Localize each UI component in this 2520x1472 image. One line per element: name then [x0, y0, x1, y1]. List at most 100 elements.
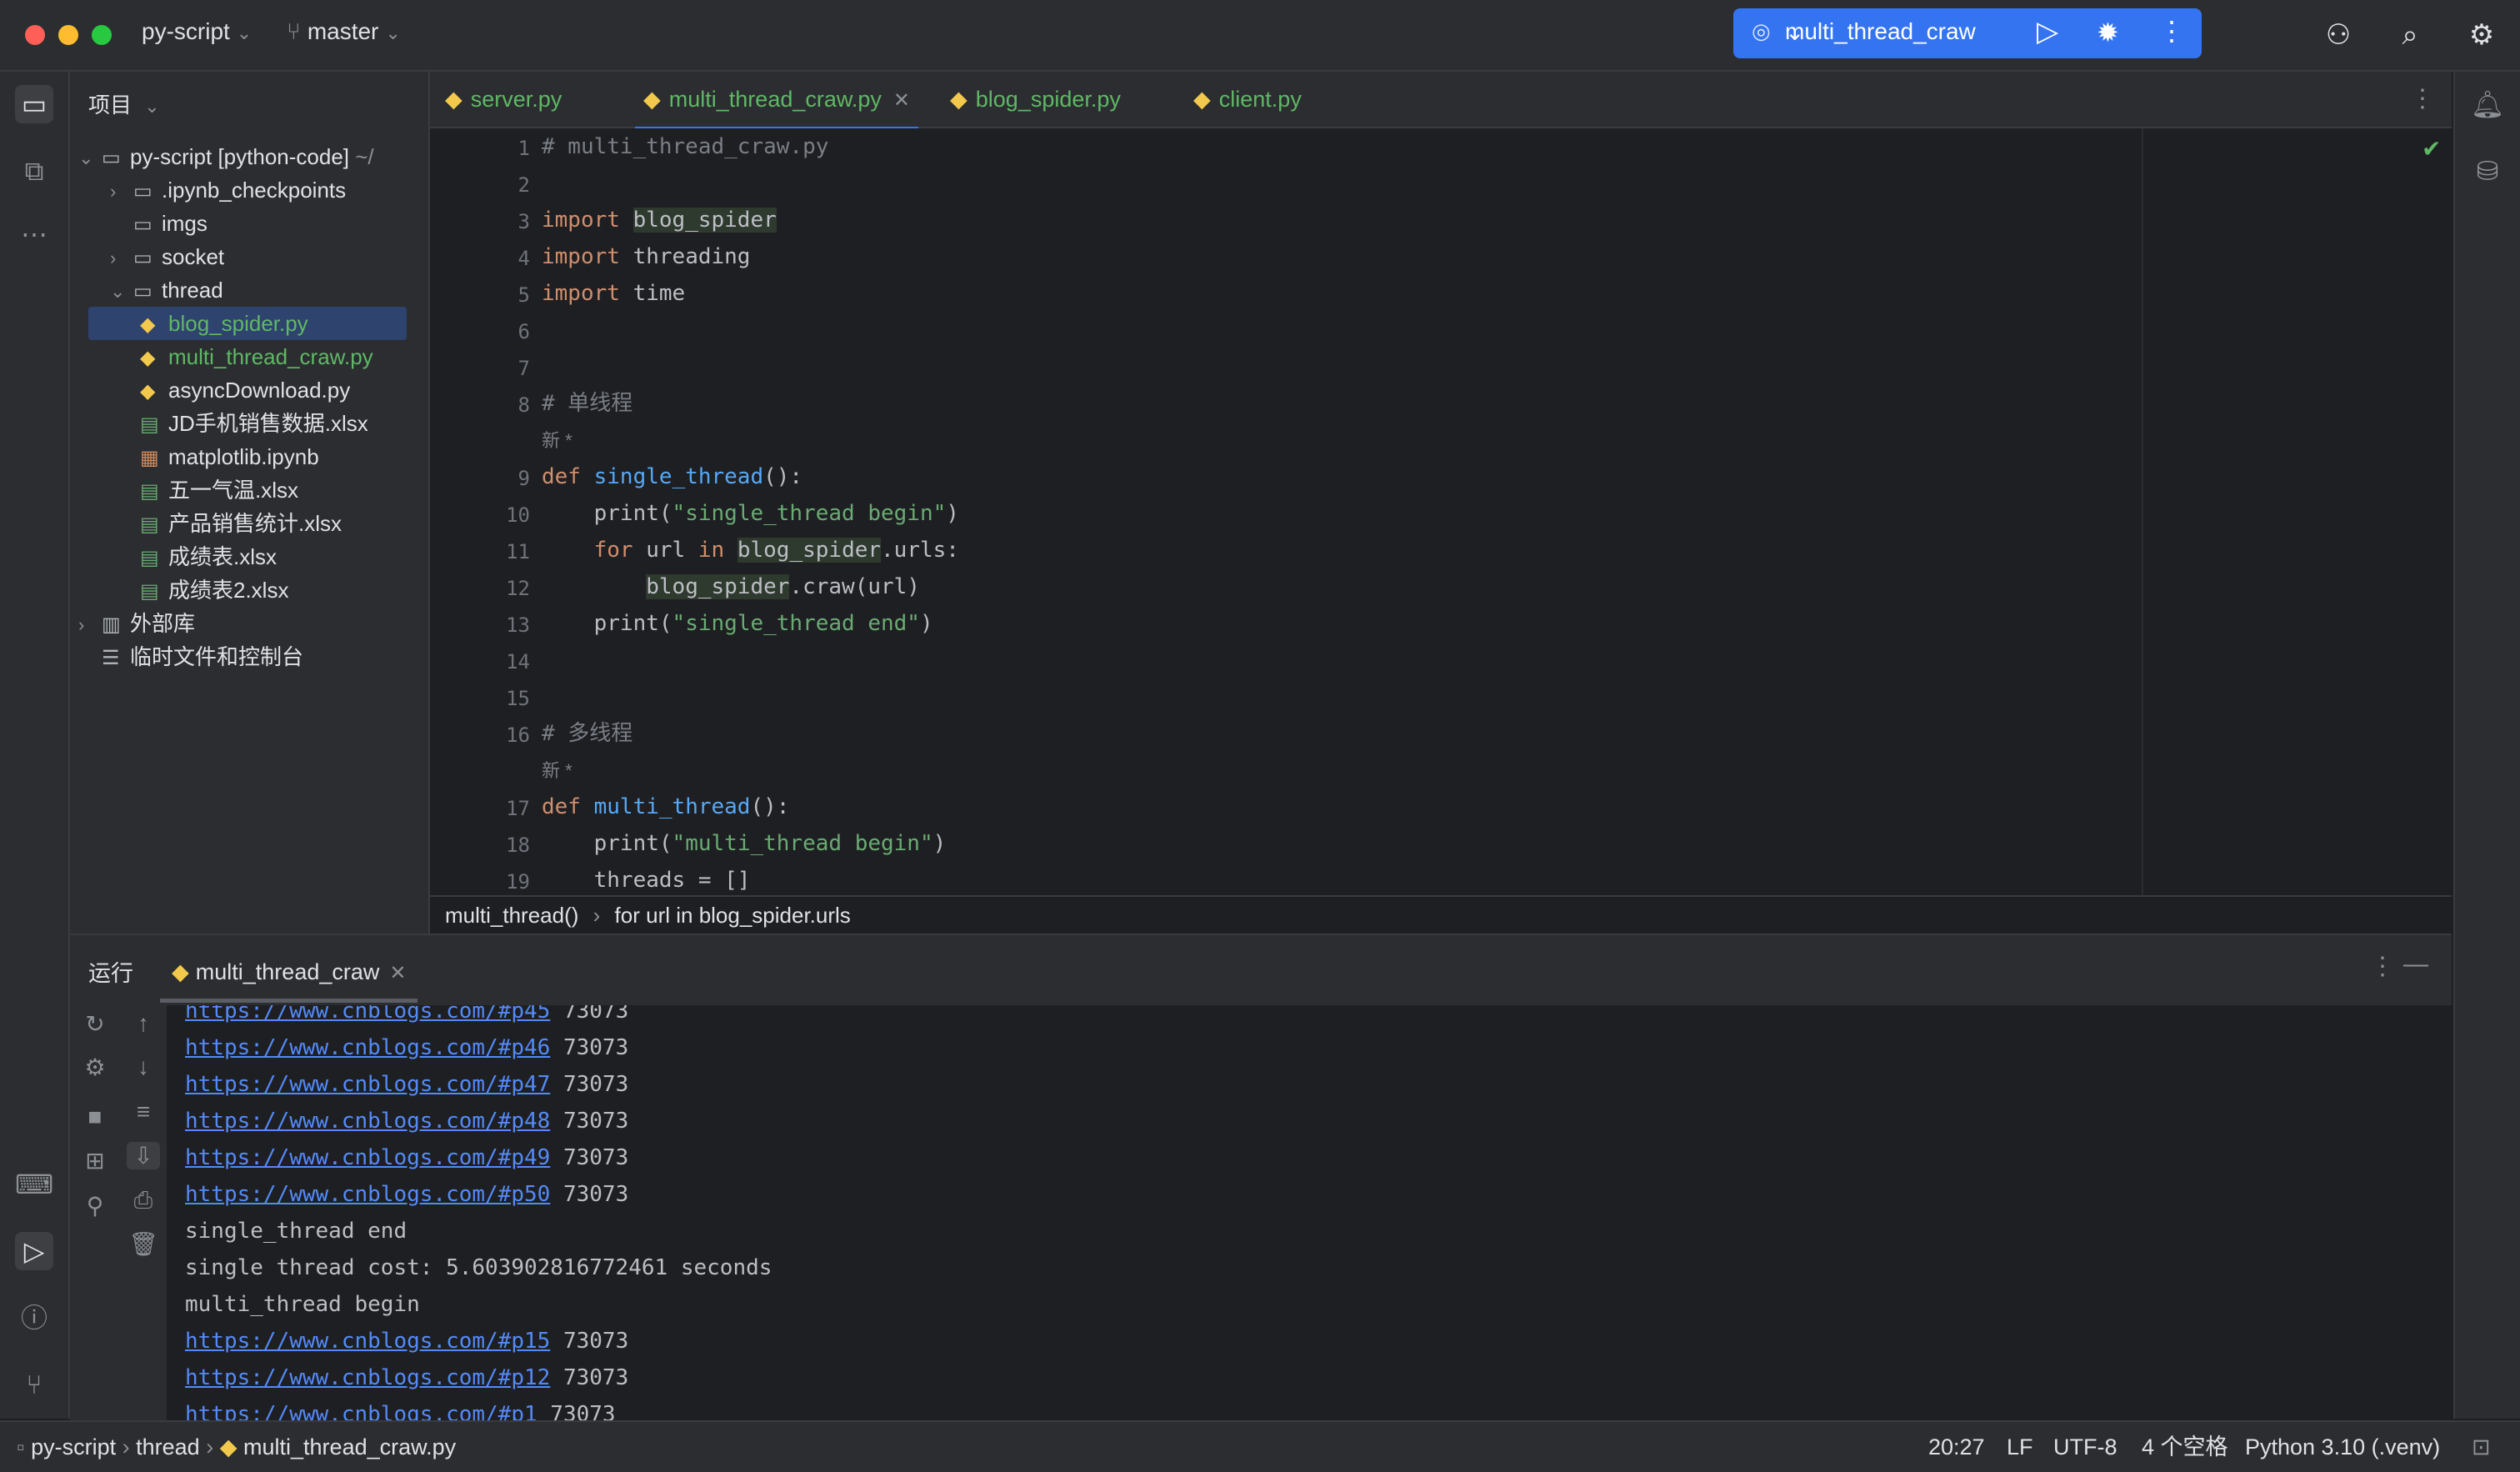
- breadcrumb-function[interactable]: multi_thread(): [445, 903, 578, 928]
- console-link[interactable]: https://www.cnblogs.com/#p45: [185, 1005, 550, 1024]
- scroll-down-icon[interactable]: ↓: [127, 1054, 160, 1080]
- git-icon[interactable]: ⑂: [15, 1365, 53, 1404]
- file-encoding[interactable]: UTF-8: [2053, 1422, 2118, 1472]
- tree-item-external-libs[interactable]: › ▥ 外部库: [78, 607, 195, 640]
- chevron-down-icon: ⌄: [78, 148, 94, 168]
- scroll-up-icon[interactable]: ↑: [127, 1010, 160, 1037]
- code-line: for url in blog_spider.urls:: [593, 538, 959, 563]
- close-tab-icon[interactable]: ✕: [389, 962, 406, 984]
- tree-item-thread[interactable]: ⌄ ▭ thread: [110, 273, 223, 307]
- tree-item-imgs[interactable]: ▭ imgs: [110, 207, 208, 240]
- tree-item-multi-thread-craw[interactable]: ◆ multi_thread_craw.py: [140, 340, 373, 373]
- console-link[interactable]: https://www.cnblogs.com/#p47: [185, 1072, 550, 1097]
- tree-item-blog-spider[interactable]: ◆ blog_spider.py: [88, 307, 407, 340]
- console-link[interactable]: https://www.cnblogs.com/#p48: [185, 1109, 550, 1134]
- python-interpreter[interactable]: Python 3.10 (.venv): [2245, 1422, 2440, 1472]
- scroll-to-end-icon[interactable]: ⇩: [127, 1142, 160, 1169]
- close-window-button[interactable]: [25, 25, 45, 45]
- minimize-panel-icon[interactable]: —: [2403, 950, 2428, 979]
- status-breadcrumb: ▫ py-script › thread › ◆ multi_thread_cr…: [17, 1422, 456, 1472]
- line-number: 18: [506, 834, 530, 857]
- chevron-right-icon: ›: [78, 614, 85, 635]
- lock-icon[interactable]: ⊡: [2472, 1422, 2491, 1472]
- problems-icon[interactable]: ⓘ: [15, 1299, 53, 1337]
- minimize-window-button[interactable]: [58, 25, 78, 45]
- tree-item-wuyi-xlsx[interactable]: ▤ 五一气温.xlsx: [140, 473, 298, 507]
- console-link[interactable]: https://www.cnblogs.com/#p46: [185, 1035, 550, 1060]
- tree-item-label: 产品销售统计.xlsx: [168, 511, 342, 536]
- settings-gear-icon[interactable]: ⚙: [2465, 18, 2498, 52]
- tree-item-asyncdownload[interactable]: ◆ asyncDownload.py: [140, 373, 350, 407]
- tab-options-icon[interactable]: ⋮: [2410, 72, 2435, 127]
- breadcrumb-separator-icon: ›: [592, 903, 601, 928]
- project-folder-icon[interactable]: ▭: [15, 85, 53, 123]
- structure-icon[interactable]: ⧉: [15, 152, 53, 190]
- console-link[interactable]: https://www.cnblogs.com/#p12: [185, 1365, 550, 1390]
- tab-multi-thread-craw-py[interactable]: ◆ multi_thread_craw.py ✕: [635, 72, 919, 131]
- code-line: # 多线程: [542, 721, 633, 746]
- tree-item-jd-xlsx[interactable]: ▤ JD手机销售数据.xlsx: [140, 407, 368, 440]
- more-actions-icon[interactable]: ⋮: [2158, 15, 2185, 47]
- run-settings-icon[interactable]: ⚙: [78, 1054, 112, 1081]
- project-panel-title[interactable]: 项目 ⌄: [88, 88, 160, 119]
- tree-item-scores2-xlsx[interactable]: ▤ 成绩表2.xlsx: [140, 573, 288, 607]
- layout-icon[interactable]: ⊞: [78, 1147, 112, 1174]
- console-link[interactable]: https://www.cnblogs.com/#p15: [185, 1329, 550, 1354]
- tree-item-label: multi_thread_craw.py: [168, 344, 373, 369]
- run-tool-icon[interactable]: ▷: [15, 1232, 53, 1270]
- tree-item-ipynb-checkpoints[interactable]: › ▭ .ipynb_checkpoints: [110, 173, 346, 207]
- console-link[interactable]: https://www.cnblogs.com/#p50: [185, 1182, 550, 1207]
- console-link[interactable]: https://www.cnblogs.com/#p49: [185, 1145, 550, 1170]
- python-file-icon: ◆: [445, 87, 462, 112]
- tree-item-scores-xlsx[interactable]: ▤ 成绩表.xlsx: [140, 540, 277, 573]
- tab-server-py[interactable]: ◆ server.py: [445, 72, 562, 127]
- print-icon[interactable]: ⎙: [127, 1187, 160, 1214]
- code-line: # multi_thread_craw.py: [542, 134, 829, 159]
- line-ending[interactable]: LF: [2007, 1422, 2033, 1472]
- breadcrumb-statement[interactable]: for url in blog_spider.urls: [615, 903, 851, 928]
- tree-item-sales-xlsx[interactable]: ▤ 产品销售统计.xlsx: [140, 507, 342, 540]
- code-line: threads = []: [542, 868, 751, 893]
- add-user-icon[interactable]: ⚇: [2322, 18, 2355, 52]
- pin-icon[interactable]: ⚲: [78, 1192, 112, 1219]
- soft-wrap-icon[interactable]: ≡: [127, 1099, 160, 1125]
- run-icon[interactable]: ▷: [2037, 15, 2058, 48]
- code-line: def multi_thread():: [542, 794, 790, 819]
- search-icon[interactable]: ⌕: [2393, 18, 2427, 52]
- debug-icon[interactable]: ✹: [2097, 17, 2119, 48]
- console-link[interactable]: https://www.cnblogs.com/#p1: [185, 1402, 538, 1420]
- tree-item-socket[interactable]: › ▭ socket: [110, 240, 224, 273]
- tree-root[interactable]: ⌄ ▭ py-script [python-code] ~/: [78, 140, 374, 173]
- notifications-bell-icon[interactable]: 🔔︎: [2468, 85, 2507, 123]
- clear-trash-icon[interactable]: 🗑︎: [127, 1230, 160, 1258]
- run-tab[interactable]: ◆ multi_thread_craw ✕: [160, 945, 418, 1003]
- console-output[interactable]: https://www.cnblogs.com/#p45 73073 https…: [167, 1005, 2452, 1420]
- close-tab-icon[interactable]: ✕: [893, 89, 910, 112]
- tree-item-matplotlib[interactable]: ▦ matplotlib.ipynb: [140, 440, 319, 473]
- caret-position[interactable]: 20:27: [1928, 1422, 1985, 1472]
- status-crumb-folder[interactable]: thread: [136, 1434, 200, 1459]
- python-file-icon: ◆: [1193, 87, 1211, 112]
- database-icon[interactable]: ⛁: [2468, 152, 2507, 190]
- code-editor[interactable]: 1 2 3 4 5 6 7 8 9 10 11 12 13 14 15 16 1…: [430, 128, 2452, 895]
- tab-blog-spider-py[interactable]: ◆ blog_spider.py: [950, 72, 1121, 127]
- more-tools-icon[interactable]: ⋯: [15, 215, 53, 253]
- inspection-ok-icon[interactable]: ✔: [2422, 135, 2441, 163]
- project-switcher[interactable]: py-script ⌄: [142, 18, 252, 45]
- indent-setting[interactable]: 4 个空格: [2142, 1422, 2228, 1472]
- tree-item-label: imgs: [162, 211, 208, 236]
- terminal-icon[interactable]: ⌨: [15, 1165, 53, 1204]
- run-config-selector[interactable]: multi_thread_craw ⌄: [1785, 18, 1976, 46]
- run-config-name: multi_thread_craw: [1785, 18, 1976, 44]
- rerun-icon[interactable]: ↻: [78, 1010, 112, 1038]
- run-panel-header: 运行 ◆ multi_thread_craw ✕ ⋮ —: [70, 935, 2452, 1005]
- status-crumb-file[interactable]: multi_thread_craw.py: [243, 1434, 456, 1459]
- stop-icon[interactable]: ■: [78, 1104, 112, 1130]
- tree-item-scratches[interactable]: ☰ 临时文件和控制台: [102, 640, 303, 673]
- line-number: 9: [518, 467, 530, 490]
- tab-client-py[interactable]: ◆ client.py: [1193, 72, 1302, 127]
- zoom-window-button[interactable]: [92, 25, 112, 45]
- run-options-icon[interactable]: ⋮: [2370, 952, 2395, 981]
- branch-switcher[interactable]: ⑂ master ⌄: [287, 18, 401, 45]
- status-crumb-project[interactable]: py-script: [31, 1434, 116, 1459]
